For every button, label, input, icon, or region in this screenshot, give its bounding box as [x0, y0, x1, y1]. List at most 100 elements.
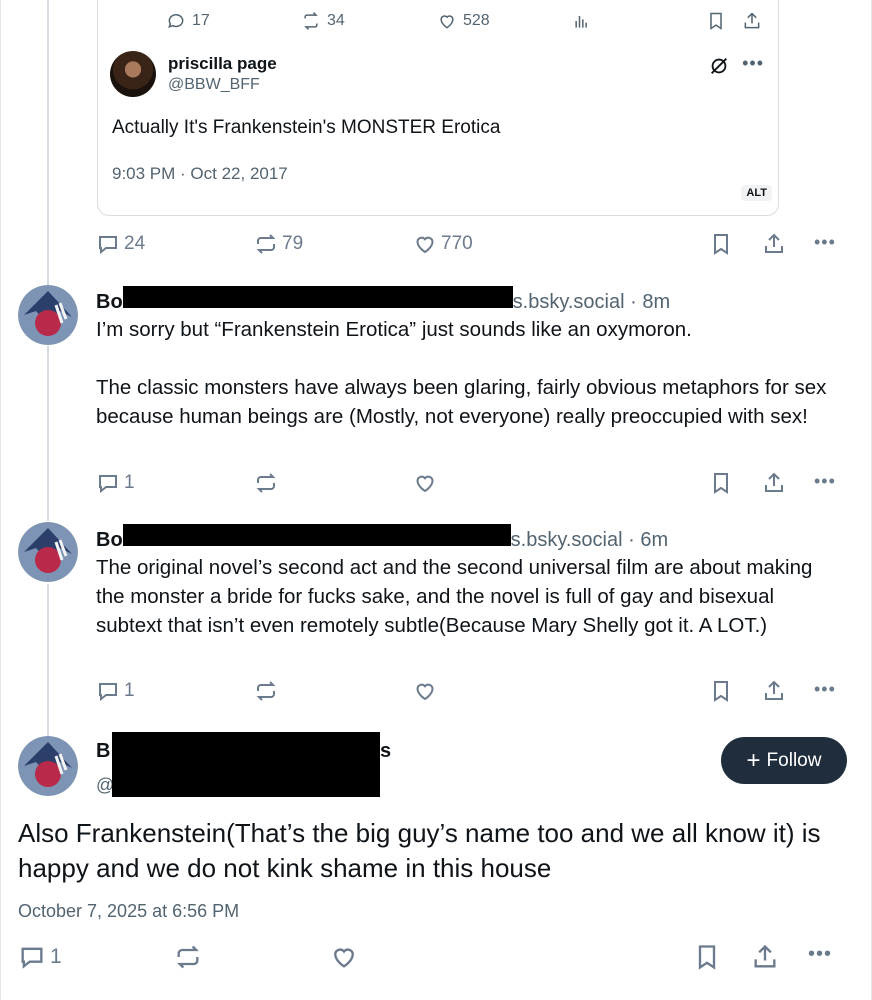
share-icon [754, 944, 776, 968]
repost-button[interactable]: 79 [254, 232, 303, 256]
quoted-repost-count: 34 [327, 12, 345, 29]
reply-button[interactable]: 1 [96, 679, 135, 703]
like-button[interactable] [330, 943, 358, 971]
share-button[interactable] [762, 471, 786, 495]
avatar[interactable] [18, 736, 78, 796]
repost-icon [256, 473, 276, 493]
quoted-post-author: priscilla page @BBW_BFF [110, 51, 277, 97]
focused-post-text: Also Frankenstein(That’s the big guy’s n… [18, 818, 821, 883]
author-handle-time[interactable]: s.bsky.social · 8m [513, 291, 670, 314]
reply-icon [21, 947, 43, 969]
share-icon [765, 680, 783, 700]
like-count: 770 [441, 233, 473, 254]
share-icon [744, 12, 760, 29]
reply-actions: 1 ••• [0, 679, 872, 707]
reply-paragraph: I’m sorry but “Frankenstein Erotica” jus… [96, 318, 692, 341]
redaction-bar [122, 286, 513, 308]
avatar[interactable] [18, 285, 78, 345]
like-button[interactable]: 770 [413, 232, 473, 256]
avatar-image [18, 522, 78, 582]
quoted-author-avatar [110, 51, 156, 97]
avatar-image [18, 736, 78, 796]
bookmark-icon [710, 12, 722, 30]
repost-icon [256, 234, 276, 254]
analytics-icon [575, 16, 587, 28]
quoted-post-text: Actually It's Frankenstein's MONSTER Ero… [112, 117, 501, 138]
reply-count: 1 [50, 945, 62, 968]
follow-button[interactable]: + Follow [721, 737, 847, 784]
quoted-like-stat: 528 [437, 11, 490, 31]
share-icon [765, 233, 783, 253]
quoted-post-stats: 17 34 528 [98, 11, 778, 37]
more-icon: ••• [814, 471, 836, 491]
redaction-bar [122, 524, 511, 546]
share-icon [765, 472, 783, 492]
share-button[interactable] [762, 679, 786, 703]
focused-post-actions: 1 ••• [0, 943, 872, 973]
alt-badge[interactable]: ALT [741, 185, 772, 201]
avatar[interactable] [18, 522, 78, 582]
more-button[interactable]: ••• [814, 471, 836, 492]
more-button[interactable]: ••• [814, 679, 836, 700]
heart-icon [416, 236, 434, 254]
author-name[interactable]: Bo [96, 529, 123, 552]
share-button[interactable] [751, 943, 779, 971]
root-post-actions: 24 79 770 ••• [0, 232, 872, 260]
quoted-author-handle: @BBW_BFF [168, 76, 260, 93]
bookmark-button[interactable] [709, 679, 733, 703]
quoted-author-name: priscilla page [168, 54, 277, 73]
repost-button[interactable] [254, 679, 278, 703]
repost-icon [177, 945, 199, 969]
quoted-repost-stat: 34 [301, 11, 345, 31]
grok-icon [711, 58, 727, 74]
reply-text: The original novel’s second act and the … [96, 553, 836, 640]
reply-icon [99, 683, 117, 702]
thread-line [47, 584, 49, 736]
reply-paragraph: The original novel’s second act and the … [96, 556, 813, 637]
reply-count: 1 [124, 680, 135, 701]
quoted-share-stat [742, 11, 762, 31]
focused-post-timestamp: October 7, 2025 at 6:56 PM [18, 901, 240, 921]
heart-icon [440, 15, 454, 29]
reply-header[interactable]: Bo s.bsky.social · 8m [96, 286, 670, 314]
focused-author-name[interactable]: B [96, 740, 110, 763]
author-handle-time[interactable]: s.bsky.social · 6m [511, 529, 668, 552]
bookmark-button[interactable] [709, 471, 733, 495]
heart-icon [416, 683, 434, 701]
quoted-post-timestamp: 9:03 PM · Oct 22, 2017 [112, 164, 288, 183]
bookmark-button[interactable] [693, 943, 721, 971]
share-button[interactable] [762, 232, 786, 256]
author-name[interactable]: Bo [96, 291, 123, 314]
bookmark-icon [714, 681, 728, 702]
quoted-bookmark-stat [706, 11, 726, 31]
bookmark-button[interactable] [709, 232, 733, 256]
quoted-like-count: 528 [463, 12, 490, 29]
heart-icon [416, 475, 434, 493]
like-button[interactable] [413, 471, 437, 495]
plus-icon: + [746, 746, 761, 774]
more-button[interactable]: ••• [808, 943, 832, 966]
quoted-post-card[interactable]: 17 34 528 priscilla page @BBW_BFF ••• Ac… [97, 0, 779, 216]
more-icon: ••• [814, 232, 836, 252]
more-button[interactable]: ••• [814, 232, 836, 253]
repost-button[interactable] [174, 943, 202, 971]
more-icon: ••• [814, 679, 836, 699]
reply-count: 1 [124, 472, 135, 493]
reply-button[interactable]: 1 [96, 471, 135, 495]
reply-count: 24 [124, 233, 146, 254]
bookmark-icon [714, 473, 728, 494]
redaction-bar [112, 732, 380, 797]
focused-author-name-end: s [380, 740, 392, 762]
like-button[interactable] [413, 679, 437, 703]
reply-button[interactable]: 1 [18, 943, 62, 971]
reply-header[interactable]: Bo s.bsky.social · 6m [96, 524, 668, 552]
quoted-views-stat [572, 11, 592, 31]
reply-button[interactable]: 24 [96, 232, 145, 256]
repost-button[interactable] [254, 471, 278, 495]
quoted-reply-stat: 17 [166, 11, 210, 31]
avatar-image [18, 285, 78, 345]
bookmark-icon [714, 234, 728, 255]
reply-paragraph: The classic monsters have always been gl… [96, 376, 827, 428]
repost-icon [256, 681, 276, 701]
follow-label: Follow [766, 749, 822, 771]
